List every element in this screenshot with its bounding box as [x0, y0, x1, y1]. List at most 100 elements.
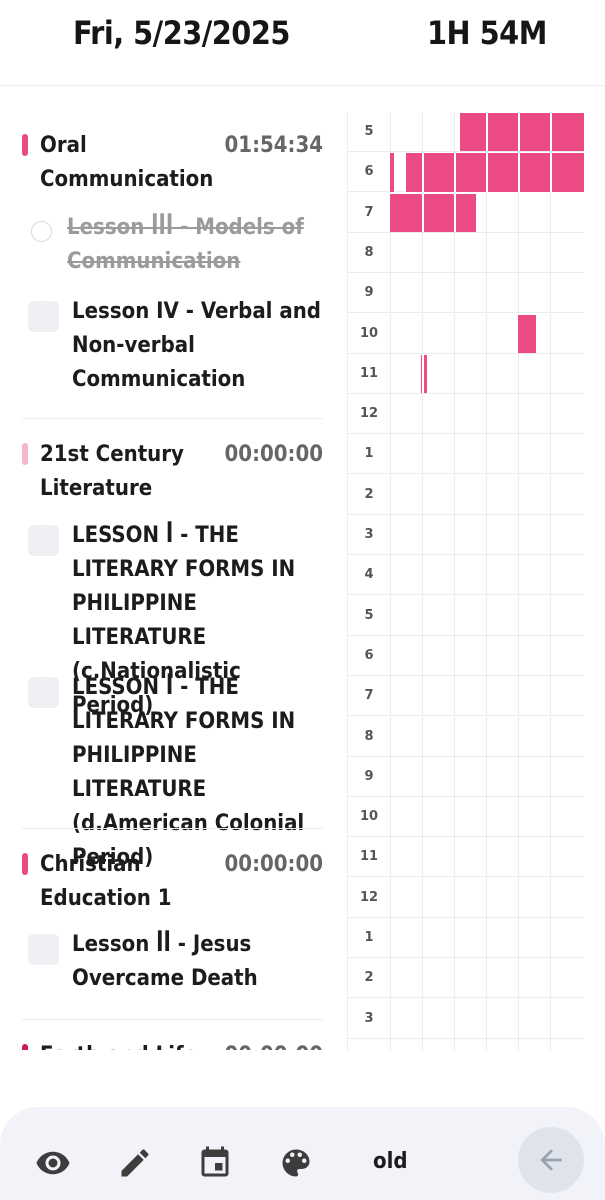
- timeline-cell[interactable]: [550, 313, 582, 354]
- timeline-cell[interactable]: [454, 958, 486, 999]
- timeline-cell[interactable]: [454, 676, 486, 717]
- timeline-cell[interactable]: [486, 595, 518, 636]
- task-checkbox[interactable]: [28, 934, 59, 965]
- timeline-cell[interactable]: [518, 232, 550, 273]
- timeline-cell[interactable]: [390, 555, 422, 596]
- timeline-cell[interactable]: [390, 877, 422, 918]
- timeline-cell[interactable]: [518, 716, 550, 757]
- timeline-cell[interactable]: [518, 837, 550, 878]
- timeline-cell[interactable]: [454, 273, 486, 314]
- timeline-cell[interactable]: [518, 434, 550, 475]
- timeline-cell[interactable]: [518, 756, 550, 797]
- timeline-cell[interactable]: [486, 434, 518, 475]
- timeline-cell[interactable]: [390, 958, 422, 999]
- timeline-cell[interactable]: [518, 797, 550, 838]
- timeline-cell[interactable]: [486, 998, 518, 1039]
- back-button[interactable]: [518, 1127, 584, 1193]
- timeline-cell[interactable]: [422, 515, 454, 555]
- timeline-cell[interactable]: [390, 474, 422, 515]
- completed-radio[interactable]: [31, 221, 52, 242]
- timeline-cell[interactable]: [422, 756, 454, 797]
- timeline-cell[interactable]: [422, 112, 454, 152]
- palette-icon[interactable]: [276, 1143, 316, 1183]
- timeline-cell[interactable]: [518, 555, 550, 596]
- task-checkbox[interactable]: [28, 525, 59, 556]
- timeline-cell[interactable]: [454, 313, 486, 354]
- timeline-cell[interactable]: [550, 998, 582, 1039]
- timeline-cell[interactable]: [486, 474, 518, 515]
- timeline-cell[interactable]: [518, 918, 550, 958]
- timeline-cell[interactable]: [454, 394, 486, 435]
- old-button[interactable]: old: [373, 1147, 408, 1177]
- timeline-cell[interactable]: [518, 353, 550, 394]
- timeline-cell[interactable]: [550, 434, 582, 475]
- timeline-cell[interactable]: [390, 353, 422, 394]
- timeline-cell[interactable]: [550, 756, 582, 797]
- calendar-icon[interactable]: [195, 1143, 235, 1183]
- timeline-cell[interactable]: [550, 676, 582, 717]
- timeline-cell[interactable]: [422, 837, 454, 878]
- timeline-cell[interactable]: [454, 1038, 486, 1050]
- timeline-cell[interactable]: [422, 434, 454, 475]
- timeline-cell[interactable]: [550, 555, 582, 596]
- timeline-cell[interactable]: [486, 273, 518, 314]
- timeline-cell[interactable]: [422, 958, 454, 999]
- timeline-cell[interactable]: [390, 716, 422, 757]
- timeline-cell[interactable]: [486, 877, 518, 918]
- timeline-cell[interactable]: [454, 837, 486, 878]
- timeline-cell[interactable]: [422, 918, 454, 958]
- timeline-cell[interactable]: [550, 394, 582, 435]
- timeline-cell[interactable]: [550, 918, 582, 958]
- timeline-cell[interactable]: [550, 958, 582, 999]
- timeline-cell[interactable]: [422, 797, 454, 838]
- timeline-cell[interactable]: [422, 232, 454, 273]
- timeline-cell[interactable]: [454, 716, 486, 757]
- timeline-cell[interactable]: [390, 797, 422, 838]
- task-checkbox[interactable]: [28, 677, 59, 708]
- timeline-cell[interactable]: [486, 313, 518, 354]
- timeline-cell[interactable]: [518, 273, 550, 314]
- timeline-cell[interactable]: [550, 716, 582, 757]
- timeline-cell[interactable]: [390, 998, 422, 1039]
- timeline-cell[interactable]: [550, 797, 582, 838]
- timeline-cell[interactable]: [390, 1038, 422, 1050]
- timeline-cell[interactable]: [454, 635, 486, 676]
- timeline-cell[interactable]: [390, 232, 422, 273]
- timeline-cell[interactable]: [390, 515, 422, 555]
- timeline-cell[interactable]: [454, 595, 486, 636]
- timeline-cell[interactable]: [390, 394, 422, 435]
- date-title[interactable]: Fri, 5/23/2025: [73, 14, 290, 52]
- timeline-cell[interactable]: [422, 1038, 454, 1050]
- timeline-cell[interactable]: [518, 1038, 550, 1050]
- timeline-cell[interactable]: [390, 918, 422, 958]
- timeline-cell[interactable]: [422, 676, 454, 717]
- timeline-cell[interactable]: [422, 635, 454, 676]
- timeline-cell[interactable]: [390, 434, 422, 475]
- timeline-cell[interactable]: [454, 756, 486, 797]
- timeline-cell[interactable]: [390, 313, 422, 354]
- timeline-cell[interactable]: [422, 474, 454, 515]
- timeline-cell[interactable]: [486, 635, 518, 676]
- timeline-cell[interactable]: [454, 353, 486, 394]
- timeline-cell[interactable]: [390, 112, 422, 152]
- timeline-cell[interactable]: [422, 877, 454, 918]
- timeline-cell[interactable]: [518, 595, 550, 636]
- timeline-cell[interactable]: [550, 273, 582, 314]
- timeline-cell[interactable]: [486, 676, 518, 717]
- timeline-cell[interactable]: [518, 958, 550, 999]
- pencil-icon[interactable]: [115, 1143, 155, 1183]
- timeline-cell[interactable]: [422, 716, 454, 757]
- timeline-cell[interactable]: [518, 192, 550, 233]
- timeline-cell[interactable]: [454, 232, 486, 273]
- timeline-cell[interactable]: [486, 756, 518, 797]
- timeline-cell[interactable]: [486, 515, 518, 555]
- timeline-cell[interactable]: [518, 877, 550, 918]
- timeline-cell[interactable]: [550, 635, 582, 676]
- timeline-cell[interactable]: [454, 515, 486, 555]
- timeline-cell[interactable]: [518, 676, 550, 717]
- timeline-cell[interactable]: [454, 918, 486, 958]
- timeline-cell[interactable]: [550, 595, 582, 636]
- timeline-cell[interactable]: [390, 635, 422, 676]
- timeline-cell[interactable]: [550, 877, 582, 918]
- timeline-cell[interactable]: [422, 998, 454, 1039]
